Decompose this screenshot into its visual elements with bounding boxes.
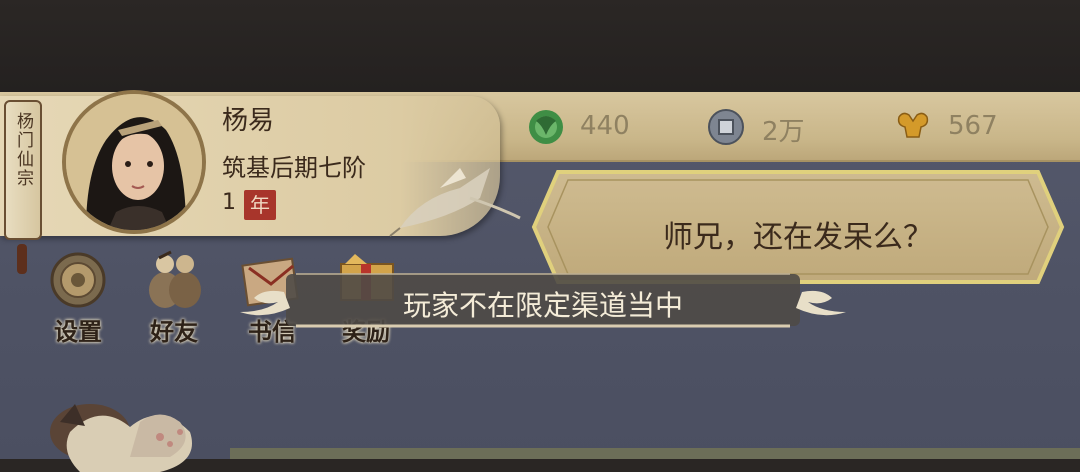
player-years-count: 1 <box>222 190 236 215</box>
settings-button[interactable]: 设置 <box>38 250 118 346</box>
top-dark-band <box>0 0 1080 92</box>
friends-label: 好友 <box>150 317 198 346</box>
jade-icon <box>529 110 563 144</box>
jade-value: 440 <box>580 111 630 141</box>
settings-icon <box>50 252 106 308</box>
crane-decoration <box>389 168 521 237</box>
friends-icon <box>149 250 201 308</box>
player-avatar[interactable] <box>62 90 206 234</box>
flower-decoration <box>50 404 192 472</box>
coin-icon <box>708 109 744 145</box>
strength-value: 567 <box>948 111 998 141</box>
sect-label: 杨门仙宗 <box>13 112 33 188</box>
avatar-portrait-icon <box>66 94 202 230</box>
coin-value: 2万 <box>762 117 805 147</box>
friends-button[interactable]: 好友 <box>134 250 214 346</box>
strength-icon <box>897 112 929 138</box>
player-name: 杨易 <box>222 106 275 136</box>
tassel-decoration <box>17 244 27 274</box>
scene-bottom-strip <box>230 448 1080 459</box>
player-realm: 筑基后期七阶 <box>222 154 366 182</box>
speech-text: 师兄，还在发呆么？ <box>663 220 933 255</box>
settings-label: 设置 <box>54 317 102 346</box>
toast-message: 玩家不在限定渠道当中 <box>402 289 683 322</box>
year-badge: 年 <box>244 190 276 220</box>
sect-tag[interactable]: 杨门仙宗 <box>4 100 42 240</box>
